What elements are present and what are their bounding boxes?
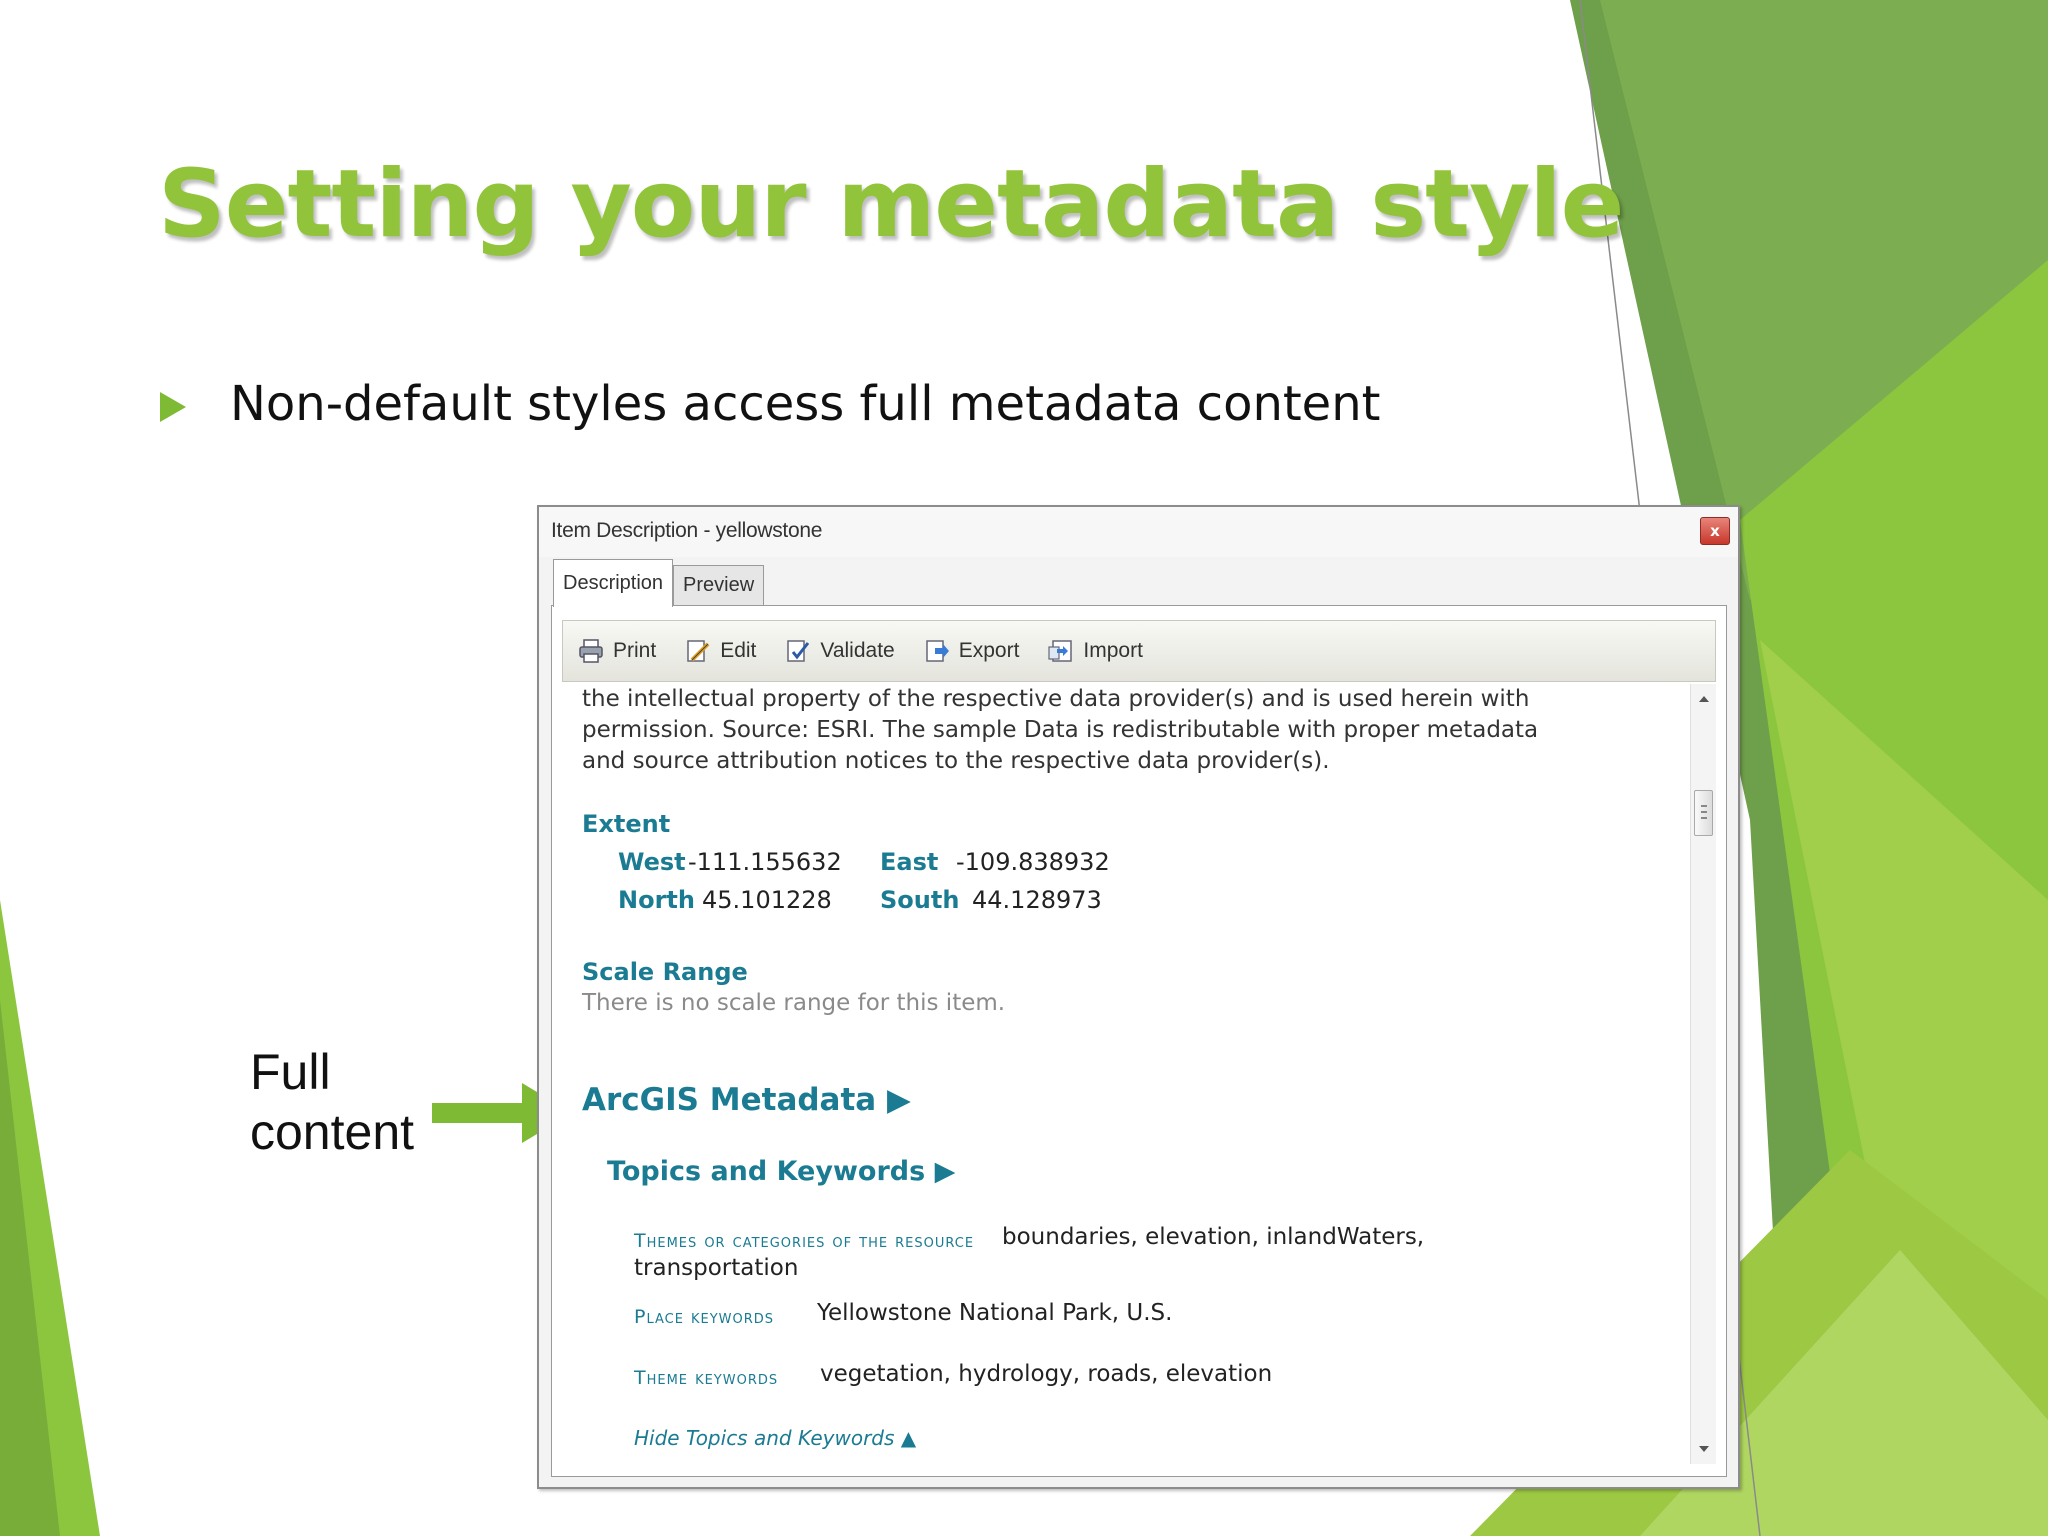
scroll-down-icon[interactable] [1699,1446,1709,1452]
window-titlebar[interactable]: Item Description - yellowstone x [539,507,1738,557]
extent-north-label: North [618,886,695,914]
extent-west-value: -111.155632 [688,848,842,876]
export-icon [925,640,949,662]
metadata-content: the intellectual property of the respect… [562,684,1682,1464]
export-label: Export [958,639,1020,662]
extent-south-label: South [880,886,960,914]
scale-range-text: There is no scale range for this item. [582,990,1006,1016]
validate-icon [787,640,810,662]
bullet-text: Non-default styles access full metadata … [230,376,1381,432]
close-button[interactable]: x [1700,517,1730,545]
extent-north-value: 45.101228 [702,886,832,914]
window-title: Item Description - yellowstone [551,519,823,542]
validate-label: Validate [820,639,895,662]
toolbar: Print Edit Validate Export Import [562,620,1716,682]
item-description-window: Item Description - yellowstone x Descrip… [537,505,1740,1489]
keyword-value-place: Yellowstone National Park, U.S. [817,1300,1173,1326]
keyword-label-theme: Theme keywords [634,1367,779,1389]
tab-preview[interactable]: Preview [673,565,765,605]
keyword-value-theme: vegetation, hydrology, roads, elevation [820,1361,1273,1387]
topics-keywords-heading[interactable]: Topics and Keywords ▶ [607,1156,955,1187]
intro-line: permission. Source: ESRI. The sample Dat… [582,717,1539,743]
extent-heading: Extent [582,810,671,838]
hide-topics-link[interactable]: Hide Topics and Keywords ▲ [634,1426,916,1450]
extent-west-label: West [618,848,686,876]
bullet-arrow-icon [160,392,186,422]
extent-south-value: 44.128973 [972,886,1102,914]
tab-description[interactable]: Description [553,559,674,607]
scale-range-heading: Scale Range [582,958,748,986]
keyword-value-themes: boundaries, elevation, inlandWaters, [1002,1224,1425,1250]
scroll-thumb[interactable] [1694,790,1713,836]
slide-title: Setting your metadata style [158,150,1624,259]
print-button[interactable]: Print [577,637,656,665]
keyword-label-themes: Themes or categories of the resource [634,1230,975,1252]
import-label: Import [1083,639,1143,662]
edit-icon [687,640,710,662]
grip-icon [1701,805,1707,819]
keyword-value-themes-cont: transportation [634,1255,799,1281]
intro-paragraph: the intellectual property of the respect… [582,684,1642,777]
print-label: Print [613,639,657,662]
keyword-label-place: Place keywords [634,1306,775,1328]
scroll-up-icon[interactable] [1699,696,1709,702]
import-button[interactable]: Import [1047,637,1143,665]
edit-button[interactable]: Edit [684,637,756,665]
extent-east-value: -109.838932 [956,848,1110,876]
edit-label: Edit [720,639,757,662]
arcgis-metadata-heading[interactable]: ArcGIS Metadata ▶ [582,1082,911,1118]
export-button[interactable]: Export [923,637,1020,665]
import-icon [1048,640,1073,662]
bullet-item: Non-default styles access full metadata … [160,376,1380,432]
validate-button[interactable]: Validate [784,637,895,665]
intro-line: and source attribution notices to the re… [582,748,1330,774]
vertical-scrollbar[interactable] [1690,684,1716,1464]
description-panel: Print Edit Validate Export Import the in… [551,605,1727,1477]
printer-icon [579,639,603,663]
extent-east-label: East [880,848,939,876]
intro-line: the intellectual property of the respect… [582,686,1530,712]
